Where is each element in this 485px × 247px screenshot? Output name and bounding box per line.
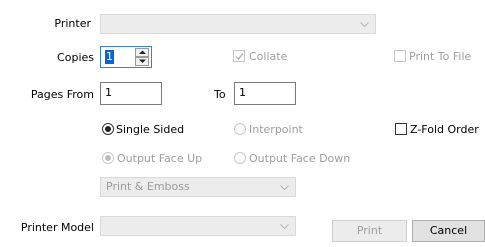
printer-label: Printer xyxy=(54,17,91,30)
copies-spinner[interactable]: 1 xyxy=(100,46,152,68)
printer-select[interactable] xyxy=(100,14,376,34)
print-to-file-checkbox[interactable] xyxy=(394,50,406,62)
print-mode-select-value: Print & Emboss xyxy=(106,180,190,193)
single-sided-label: Single Sided xyxy=(116,123,185,136)
arrow-up-icon xyxy=(139,50,146,54)
printer-model-select[interactable] xyxy=(100,216,296,236)
print-mode-select[interactable]: Print & Emboss xyxy=(100,177,296,197)
print-button[interactable]: Print xyxy=(332,220,407,242)
copies-label: Copies xyxy=(57,51,94,64)
copies-up-button[interactable] xyxy=(135,48,149,57)
interpoint-label: Interpoint xyxy=(249,123,303,136)
output-face-up-label: Output Face Up xyxy=(117,152,203,165)
pages-to-label: To xyxy=(214,88,226,101)
pages-from-label: Pages From xyxy=(30,88,94,101)
z-fold-order-label: Z-Fold Order xyxy=(410,123,479,136)
chevron-down-icon xyxy=(279,178,289,196)
print-to-file-label: Print To File xyxy=(409,50,472,63)
radio-selected-dot xyxy=(105,126,111,132)
interpoint-radio[interactable] xyxy=(234,123,246,135)
output-face-up-radio[interactable] xyxy=(102,152,114,164)
arrow-down-icon xyxy=(139,59,146,63)
collate-label: Collate xyxy=(249,50,288,63)
chevron-down-icon xyxy=(279,217,289,235)
radio-selected-dot xyxy=(105,155,111,161)
pages-to-input[interactable]: 1 xyxy=(234,82,296,105)
collate-checkbox[interactable] xyxy=(233,50,245,62)
single-sided-radio[interactable] xyxy=(102,123,114,135)
cancel-button[interactable]: Cancel xyxy=(412,220,485,242)
copies-down-button[interactable] xyxy=(135,57,149,66)
checkmark-icon xyxy=(235,53,244,61)
printer-model-label: Printer Model xyxy=(20,221,94,234)
z-fold-order-checkbox[interactable] xyxy=(395,123,407,135)
pages-from-input[interactable]: 1 xyxy=(100,82,162,105)
chevron-down-icon xyxy=(359,15,369,33)
output-face-down-label: Output Face Down xyxy=(249,152,351,165)
output-face-down-radio[interactable] xyxy=(234,152,246,164)
copies-value: 1 xyxy=(105,50,114,64)
